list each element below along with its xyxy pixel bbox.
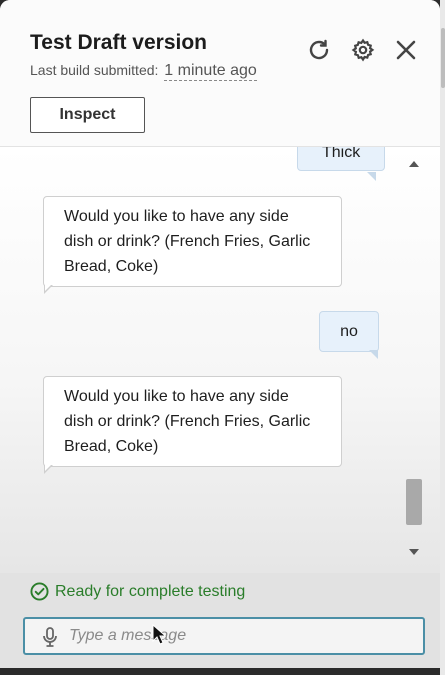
chat-footer: Ready for complete testing [0, 573, 440, 668]
subtitle-prefix: Last build submitted: [30, 62, 159, 78]
build-time-link[interactable]: 1 minute ago [164, 62, 257, 81]
refresh-icon[interactable] [307, 38, 331, 62]
check-circle-icon [30, 582, 49, 601]
bubble-tail [369, 350, 378, 359]
page-scrollbar-thumb[interactable] [441, 28, 445, 88]
bubble-tail [44, 464, 53, 474]
build-status-subtitle: Last build submitted: 1 minute ago [30, 62, 257, 81]
message-text: Would you like to have any side dish or … [64, 388, 311, 455]
scrollbar-thumb[interactable] [406, 479, 422, 525]
test-bot-panel: Test Draft version Last build submitted:… [0, 0, 440, 668]
chat-transcript[interactable]: Thick Would you like to have any side di… [0, 146, 440, 573]
message-text: Thick [322, 146, 361, 161]
microphone-icon[interactable] [41, 627, 59, 647]
bot-message: Would you like to have any side dish or … [43, 196, 342, 287]
chat-scrollbar[interactable] [404, 155, 424, 555]
status-text: Ready for complete testing [55, 582, 246, 600]
page-title: Test Draft version [30, 31, 207, 54]
message-input-box[interactable] [23, 617, 425, 655]
user-message: no [319, 311, 379, 352]
bot-message: Would you like to have any side dish or … [43, 376, 342, 467]
user-message: Thick [297, 146, 386, 171]
mouse-pointer-icon [152, 624, 166, 645]
bubble-tail [44, 284, 53, 294]
scroll-up-arrow-icon[interactable] [409, 161, 419, 167]
settings-icon[interactable] [351, 38, 375, 62]
scroll-down-arrow-icon[interactable] [409, 549, 419, 555]
close-icon[interactable] [394, 38, 418, 62]
page-scrollbar[interactable] [440, 0, 445, 675]
status-badge: Ready for complete testing [30, 582, 245, 601]
panel-header: Test Draft version Last build submitted:… [0, 0, 440, 146]
message-text: no [340, 323, 358, 340]
message-input[interactable] [69, 619, 409, 653]
bubble-tail [367, 172, 376, 181]
message-text: Would you like to have any side dish or … [64, 208, 311, 275]
inspect-button[interactable]: Inspect [30, 97, 145, 133]
